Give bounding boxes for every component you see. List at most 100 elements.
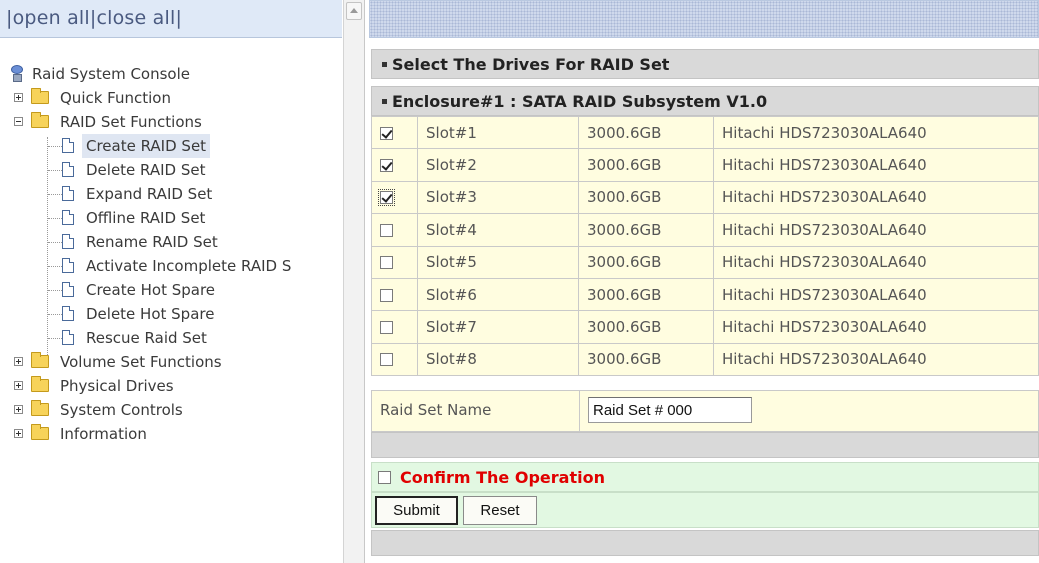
expand-icon[interactable] (14, 93, 23, 102)
tree-item-information[interactable]: Information (0, 422, 342, 446)
drive-select-cell (371, 213, 418, 247)
close-all-link[interactable]: close all (96, 7, 175, 29)
tree-item-activate-incomplete-raid-set[interactable]: Activate Incomplete RAID S (0, 254, 342, 278)
drive-row: Slot#3 3000.6GB Hitachi HDS723030ALA640 (371, 180, 1039, 215)
drive-select-cell (371, 180, 418, 215)
page-icon (62, 210, 74, 225)
tree-item-system-controls[interactable]: System Controls (0, 398, 342, 422)
section-title: Select The Drives For RAID Set (392, 55, 670, 74)
tree-item-create-raid-set[interactable]: Create RAID Set (0, 134, 342, 158)
confirm-checkbox[interactable] (378, 471, 391, 484)
open-all-link[interactable]: open all (13, 7, 90, 29)
tree-connector (48, 314, 62, 315)
open-close-links: |open all|close all| (6, 7, 182, 29)
tree-item-rescue-raid-set[interactable]: Rescue Raid Set (0, 326, 342, 350)
drive-slot: Slot#5 (417, 245, 579, 279)
drive-select-checkbox[interactable] (380, 353, 393, 367)
drive-model: Hitachi HDS723030ALA640 (713, 213, 1039, 247)
tree-item-volume-set-functions[interactable]: Volume Set Functions (0, 350, 342, 374)
drive-row: Slot#2 3000.6GB Hitachi HDS723030ALA640 (371, 148, 1039, 182)
page-icon (62, 162, 74, 177)
drive-select-cell (371, 148, 418, 182)
drive-capacity: 3000.6GB (578, 342, 714, 377)
drive-capacity: 3000.6GB (578, 213, 714, 247)
drive-model: Hitachi HDS723030ALA640 (713, 342, 1039, 377)
drive-model: Hitachi HDS723030ALA640 (713, 277, 1039, 312)
expand-icon[interactable] (14, 405, 23, 414)
expand-icon[interactable] (14, 429, 23, 438)
content-frame: Select The Drives For RAID Set Enclosure… (369, 0, 1039, 563)
tree-item-label: Delete Hot Spare (86, 305, 215, 323)
tree-item-expand-raid-set[interactable]: Expand RAID Set (0, 182, 342, 206)
tree-connector (48, 218, 62, 219)
tree-item-physical-drives[interactable]: Physical Drives (0, 374, 342, 398)
drive-slot: Slot#2 (417, 148, 579, 182)
folder-icon (31, 400, 49, 416)
drive-capacity: 3000.6GB (578, 180, 714, 215)
drive-model: Hitachi HDS723030ALA640 (713, 148, 1039, 182)
expand-icon[interactable] (14, 381, 23, 390)
drive-select-cell (371, 245, 418, 279)
tree-item-label: Activate Incomplete RAID S (86, 257, 292, 275)
drive-select-checkbox[interactable] (380, 159, 393, 173)
tree-root[interactable]: Raid System Console (0, 62, 342, 86)
tree-item-quick-function[interactable]: Quick Function (0, 86, 342, 110)
content-header (369, 0, 1039, 38)
drive-row: Slot#5 3000.6GB Hitachi HDS723030ALA640 (371, 245, 1039, 279)
bullet-icon (382, 99, 387, 104)
drive-select-checkbox[interactable] (378, 189, 395, 207)
drive-select-checkbox[interactable] (380, 126, 393, 140)
tree-item-label: Delete RAID Set (86, 161, 206, 179)
submit-button[interactable]: Submit (375, 496, 458, 525)
console-icon (10, 65, 24, 82)
nav-scrollbar[interactable] (343, 0, 364, 563)
scroll-up-arrow-icon[interactable] (346, 2, 362, 20)
drive-row: Slot#4 3000.6GB Hitachi HDS723030ALA640 (371, 213, 1039, 247)
reset-button[interactable]: Reset (463, 496, 537, 525)
separator-bar (371, 432, 1039, 458)
page-icon (62, 138, 74, 153)
tree-item-label: Rename RAID Set (86, 233, 218, 251)
drive-capacity: 3000.6GB (578, 115, 714, 150)
raid-set-name-label: Raid Set Name (380, 401, 492, 419)
tree-item-label: Volume Set Functions (60, 353, 222, 371)
drive-select-checkbox[interactable] (380, 321, 393, 335)
tree-item-label: Offline RAID Set (86, 209, 206, 227)
footer-bar (371, 530, 1039, 556)
tree-connector (48, 242, 62, 243)
drive-slot: Slot#1 (417, 115, 579, 150)
tree-item-rename-raid-set[interactable]: Rename RAID Set (0, 230, 342, 254)
tree-connector (48, 266, 62, 267)
drive-capacity: 3000.6GB (578, 245, 714, 279)
tree-item-raid-set-functions[interactable]: RAID Set Functions (0, 110, 342, 134)
drive-select-checkbox[interactable] (380, 223, 393, 237)
drive-capacity: 3000.6GB (578, 310, 714, 344)
drive-select-checkbox[interactable] (380, 256, 393, 270)
drive-select-cell (371, 277, 418, 312)
button-row: Submit Reset (371, 492, 1039, 528)
collapse-icon[interactable] (14, 117, 23, 126)
tree-item-delete-raid-set[interactable]: Delete RAID Set (0, 158, 342, 182)
separator: | (6, 7, 13, 29)
raid-set-name-input[interactable] (588, 397, 752, 423)
drive-capacity: 3000.6GB (578, 277, 714, 312)
tree-item-label: Quick Function (60, 89, 171, 107)
expand-icon[interactable] (14, 357, 23, 366)
tree-connector (48, 146, 62, 147)
page-icon (62, 258, 74, 273)
separator: | (175, 7, 183, 29)
drive-select-checkbox[interactable] (380, 288, 393, 302)
tree-item-create-hot-spare[interactable]: Create Hot Spare (0, 278, 342, 302)
drive-row: Slot#8 3000.6GB Hitachi HDS723030ALA640 (371, 342, 1039, 377)
drive-model: Hitachi HDS723030ALA640 (713, 245, 1039, 279)
drive-slot: Slot#3 (417, 180, 579, 215)
folder-icon (31, 88, 49, 104)
drive-select-cell (371, 310, 418, 344)
drive-select-cell (371, 342, 418, 377)
folder-icon (31, 352, 49, 368)
open-folder-icon (31, 112, 49, 128)
tree-item-delete-hot-spare[interactable]: Delete Hot Spare (0, 302, 342, 326)
page-icon (62, 186, 74, 201)
confirm-label: Confirm The Operation (400, 468, 605, 487)
tree-item-offline-raid-set[interactable]: Offline RAID Set (0, 206, 342, 230)
